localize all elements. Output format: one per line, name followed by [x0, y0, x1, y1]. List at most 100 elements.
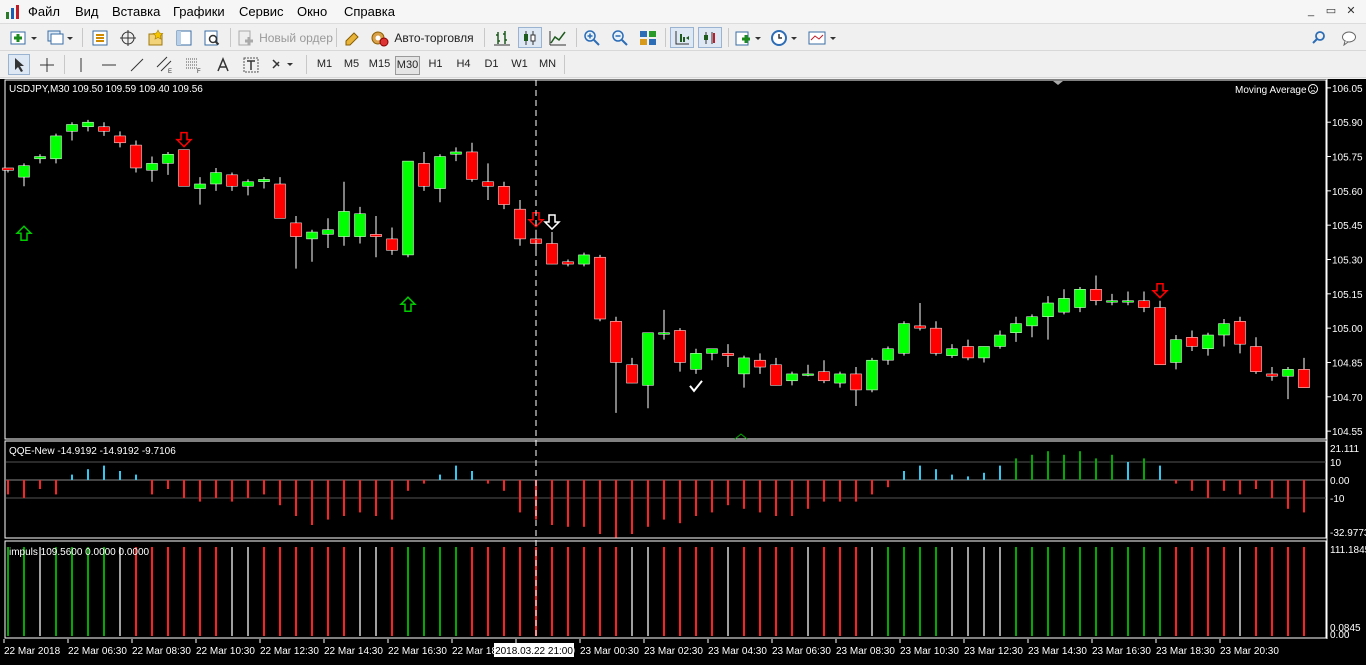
new-order-button[interactable]: Новый ордер [235, 27, 335, 48]
impuls-histogram-layer [7, 547, 1305, 636]
data-window-button[interactable] [116, 27, 140, 48]
chart-shift-button[interactable] [698, 27, 722, 48]
vertical-line-button[interactable] [70, 54, 92, 75]
menu-view[interactable]: Вид [75, 4, 99, 19]
equidistant-channel-button[interactable]: E [154, 54, 176, 75]
bear-candle [674, 330, 686, 363]
timeframe-m30[interactable]: M30 [395, 56, 420, 75]
periods-button[interactable] [769, 27, 801, 48]
menu-help[interactable]: Справка [344, 4, 395, 19]
time-tick-label: 23 Mar 20:30 [1220, 646, 1279, 657]
zoom-out-button[interactable] [608, 27, 632, 48]
price-tick-label: 104.70 [1332, 393, 1363, 404]
templates-button[interactable] [806, 27, 840, 48]
timeframe-m15[interactable]: M15 [367, 56, 392, 75]
minimize-button[interactable]: _ [1302, 3, 1320, 19]
timeframe-mn[interactable]: MN [535, 56, 560, 75]
menu-charts[interactable]: Графики [173, 4, 225, 19]
price-tick-label: 105.60 [1332, 187, 1363, 198]
bull-candle [242, 181, 254, 187]
bear-candle [370, 234, 382, 237]
timeframe-m5[interactable]: M5 [339, 56, 364, 75]
horizontal-line-button[interactable] [98, 54, 120, 75]
price-tick-label: 104.55 [1332, 427, 1363, 438]
bear-candle [1138, 300, 1150, 308]
bear-candle [962, 346, 974, 359]
bear-candle [1234, 321, 1246, 345]
fibonacci-button[interactable]: F [182, 54, 204, 75]
price-tick-label: 105.15 [1332, 290, 1363, 301]
bull-candle [1010, 323, 1022, 333]
arrow-cursor-icon [15, 57, 24, 72]
timeframe-d1[interactable]: D1 [479, 56, 504, 75]
menu-file[interactable]: Файл [28, 4, 60, 19]
navigator-button[interactable] [144, 27, 168, 48]
autotrading-button[interactable]: Авто-торговля [367, 27, 477, 48]
new-order-label: Новый ордер [259, 30, 333, 45]
chart-shift-marker[interactable] [1053, 81, 1063, 85]
crosshair-tool-button[interactable] [36, 54, 58, 75]
terminal-button[interactable] [172, 27, 196, 48]
bull-candle [802, 373, 814, 376]
arrows-menu-button[interactable] [268, 54, 298, 75]
bear-candle [1090, 289, 1102, 301]
qqe-label: QQE-New -14.9192 -14.9192 -9.7106 [9, 446, 176, 457]
trendline-button[interactable] [126, 54, 148, 75]
bull-candle [690, 353, 702, 370]
bull-candle [1202, 334, 1214, 349]
text-label-button[interactable] [240, 54, 262, 75]
timeframe-w1[interactable]: W1 [507, 56, 532, 75]
bull-candle [402, 160, 414, 256]
bull-candle [898, 323, 910, 354]
indicators-button[interactable] [733, 27, 765, 48]
profiles-button[interactable] [44, 27, 76, 48]
time-tick-label: 23 Mar 06:30 [772, 646, 831, 657]
chart-canvas[interactable]: 106.05 105.90 105.75 105.60 105.45 105.30 105.… [0, 79, 1366, 665]
chart-window[interactable]: 106.05 105.90 105.75 105.60 105.45 105.30 105.… [0, 79, 1366, 665]
candlestick-chart-button[interactable] [518, 27, 542, 48]
text-tool-button[interactable] [212, 54, 234, 75]
search-button[interactable] [1308, 27, 1330, 48]
timeframe-h1[interactable]: H1 [423, 56, 448, 75]
menu-tools[interactable]: Сервис [239, 4, 284, 19]
menu-insert[interactable]: Вставка [112, 4, 160, 19]
profiles-icon [47, 30, 73, 44]
timeframe-h4[interactable]: H4 [451, 56, 476, 75]
new-chart-button[interactable] [8, 27, 40, 48]
bear-candle [1250, 346, 1262, 372]
price-scale: 106.05 105.90 105.75 105.60 105.45 105.30 105.… [1327, 84, 1363, 438]
crosshair-time-label: 2018.03.22 21:00 [495, 646, 573, 657]
timeframe-m1[interactable]: M1 [312, 56, 337, 75]
autotrading-icon [371, 31, 389, 46]
strategy-tester-button[interactable] [200, 27, 224, 48]
bull-candle [642, 332, 654, 386]
new-chart-icon [10, 31, 37, 44]
zoom-in-button[interactable] [580, 27, 604, 48]
close-button[interactable]: ✕ [1342, 3, 1360, 19]
restore-button[interactable]: ▭ [1322, 3, 1340, 19]
bear-candle [850, 373, 862, 391]
bear-candle [226, 174, 238, 187]
down-arrow-icon [1151, 282, 1169, 299]
auto-scroll-button[interactable] [670, 27, 694, 48]
bar-chart-button[interactable] [490, 27, 514, 48]
menu-window[interactable]: Окно [297, 4, 327, 19]
tile-windows-button[interactable] [636, 27, 660, 48]
terminal-app-icon[interactable] [5, 4, 21, 20]
line-chart-button[interactable] [546, 27, 570, 48]
bull-candle [1042, 302, 1054, 317]
template-icon [808, 31, 836, 44]
text-a-icon [217, 56, 229, 71]
bull-candle [210, 172, 222, 185]
indicator-name-label: Moving Average [1235, 85, 1307, 96]
bear-candle [98, 126, 110, 132]
market-watch-button[interactable] [88, 27, 112, 48]
cursor-tool-button[interactable] [8, 54, 30, 75]
price-tick-label: 105.90 [1332, 118, 1363, 129]
chat-button[interactable] [1338, 27, 1360, 48]
bull-candle [82, 121, 94, 128]
market-orders-button[interactable] [341, 27, 363, 48]
impuls-label: impuls 109.5600 0.0000 0.0000 [9, 547, 150, 558]
menu-bar: Файл Вид Вставка Графики Сервис Окно Спр… [0, 0, 1366, 24]
bull-candle [578, 254, 590, 265]
